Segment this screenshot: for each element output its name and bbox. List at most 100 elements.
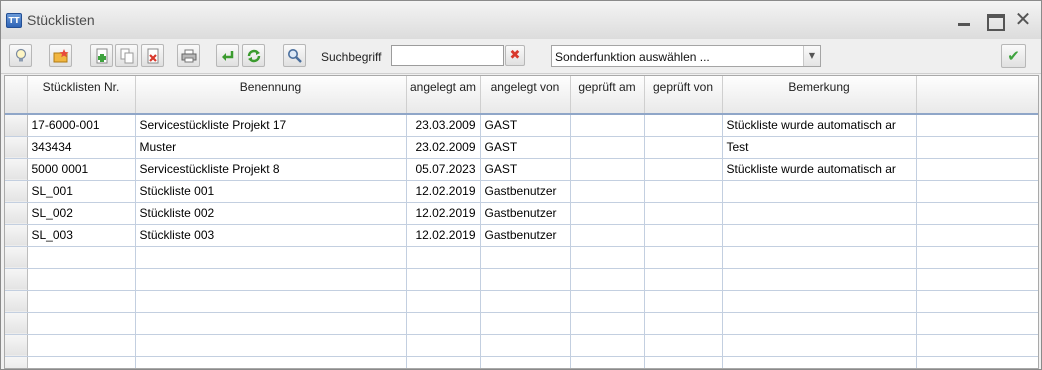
table-cell[interactable]	[406, 268, 481, 291]
table-row[interactable]: 17-6000-001 Servicestückliste Projekt 17 2…	[5, 114, 1038, 137]
table-cell[interactable]	[722, 268, 917, 291]
table-row[interactable]: SL_002 Stückliste 002 12.02.2019 Gastbenutz…	[5, 202, 1038, 225]
table-cell[interactable]: GAST	[480, 114, 571, 137]
row-selector[interactable]	[5, 334, 28, 357]
row-selector[interactable]	[5, 158, 28, 181]
table-cell[interactable]	[480, 312, 571, 335]
table-cell[interactable]	[570, 290, 645, 313]
clear-search-icon[interactable]: ✖	[505, 45, 525, 66]
table-cell[interactable]	[480, 246, 571, 269]
table-cell[interactable]	[406, 356, 481, 368]
table-row[interactable]	[5, 290, 1038, 313]
table-cell[interactable]	[570, 356, 645, 368]
table-cell[interactable]	[722, 356, 917, 368]
table-cell[interactable]: Gastbenutzer	[480, 180, 571, 203]
table-cell[interactable]: Servicestückliste Projekt 8	[135, 158, 407, 181]
table-cell[interactable]	[406, 290, 481, 313]
table-cell[interactable]: Gastbenutzer	[480, 202, 571, 225]
table-cell[interactable]	[135, 290, 407, 313]
table-cell[interactable]: Stückliste 002	[135, 202, 407, 225]
column-header-geprueft-von[interactable]: geprüft von	[644, 76, 723, 115]
table-row[interactable]: 343434 Muster 23.02.2009 GAST Test	[5, 136, 1038, 159]
table-cell[interactable]	[722, 312, 917, 335]
table-cell[interactable]: 343434	[27, 136, 136, 159]
table-cell[interactable]	[722, 246, 917, 269]
table-cell[interactable]	[570, 202, 645, 225]
table-cell[interactable]: 12.02.2019	[406, 224, 481, 247]
table-cell[interactable]	[570, 268, 645, 291]
table-cell[interactable]	[480, 290, 571, 313]
table-cell[interactable]	[480, 334, 571, 357]
table-row[interactable]: 5000 0001 Servicestückliste Projekt 8 05.0…	[5, 158, 1038, 181]
table-cell[interactable]: GAST	[480, 136, 571, 159]
table-row[interactable]	[5, 334, 1038, 357]
table-cell[interactable]: 05.07.2023	[406, 158, 481, 181]
table-cell[interactable]: 23.02.2009	[406, 136, 481, 159]
row-selector[interactable]	[5, 268, 28, 291]
table-cell[interactable]: Stückliste wurde automatisch ar	[722, 158, 917, 181]
table-cell[interactable]	[27, 334, 136, 357]
row-selector[interactable]	[5, 114, 28, 137]
folder-star-icon[interactable]	[49, 44, 72, 67]
table-cell[interactable]	[135, 246, 407, 269]
close-icon[interactable]: ✕	[1013, 9, 1033, 30]
column-header-angelegt-am[interactable]: angelegt am	[406, 76, 481, 115]
copy-document-icon[interactable]	[115, 44, 138, 67]
table-cell[interactable]	[644, 312, 723, 335]
table-cell[interactable]	[722, 290, 917, 313]
table-cell[interactable]	[27, 312, 136, 335]
table-cell[interactable]	[27, 246, 136, 269]
table-cell[interactable]: 12.02.2019	[406, 202, 481, 225]
minimize-icon[interactable]	[954, 10, 974, 30]
column-header-nr[interactable]: Stücklisten Nr.	[27, 76, 136, 115]
table-cell[interactable]	[570, 334, 645, 357]
table-cell[interactable]	[570, 312, 645, 335]
table-cell[interactable]: 23.03.2009	[406, 114, 481, 137]
search-input[interactable]	[391, 45, 504, 66]
table-cell[interactable]	[644, 268, 723, 291]
special-function-select[interactable]: Sonderfunktion auswählen ... ▼	[551, 45, 821, 67]
table-row[interactable]	[5, 268, 1038, 291]
print-icon[interactable]	[177, 44, 200, 67]
table-cell[interactable]	[722, 224, 917, 247]
table-cell[interactable]	[644, 158, 723, 181]
table-cell[interactable]	[480, 356, 571, 368]
row-selector[interactable]	[5, 224, 28, 247]
row-selector[interactable]	[5, 312, 28, 335]
row-selector[interactable]	[5, 136, 28, 159]
table-cell[interactable]: Muster	[135, 136, 407, 159]
table-cell[interactable]	[27, 356, 136, 368]
maximize-icon[interactable]	[984, 10, 1005, 31]
table-cell[interactable]: Test	[722, 136, 917, 159]
undo-icon[interactable]	[216, 44, 239, 67]
table-row[interactable]	[5, 312, 1038, 335]
table-cell[interactable]	[722, 202, 917, 225]
search-icon[interactable]	[283, 44, 306, 67]
column-header-bemerkung[interactable]: Bemerkung	[722, 76, 917, 115]
table-cell[interactable]	[644, 202, 723, 225]
column-header-angelegt-von[interactable]: angelegt von	[480, 76, 571, 115]
row-selector[interactable]	[5, 202, 28, 225]
table-cell[interactable]	[406, 312, 481, 335]
new-document-icon[interactable]	[90, 44, 113, 67]
table-row[interactable]: SL_001 Stückliste 001 12.02.2019 Gastbenutz…	[5, 180, 1038, 203]
table-cell[interactable]	[644, 114, 723, 137]
table-cell[interactable]: SL_001	[27, 180, 136, 203]
table-cell[interactable]	[644, 356, 723, 368]
table-cell[interactable]	[644, 224, 723, 247]
confirm-icon[interactable]: ✔	[1001, 44, 1026, 68]
table-cell[interactable]	[135, 356, 407, 368]
row-selector[interactable]	[5, 246, 28, 269]
table-cell[interactable]	[135, 312, 407, 335]
table-cell[interactable]	[27, 290, 136, 313]
table-row[interactable]: SL_003 Stückliste 003 12.02.2019 Gastbenutz…	[5, 224, 1038, 247]
table-cell[interactable]	[406, 334, 481, 357]
table-cell[interactable]	[480, 268, 571, 291]
table-cell[interactable]: Stückliste wurde automatisch ar	[722, 114, 917, 137]
table-cell[interactable]	[644, 180, 723, 203]
delete-document-icon[interactable]	[141, 44, 164, 67]
table-cell[interactable]	[644, 136, 723, 159]
lightbulb-icon[interactable]	[9, 44, 32, 67]
table-cell[interactable]: Stückliste 001	[135, 180, 407, 203]
table-cell[interactable]	[406, 246, 481, 269]
